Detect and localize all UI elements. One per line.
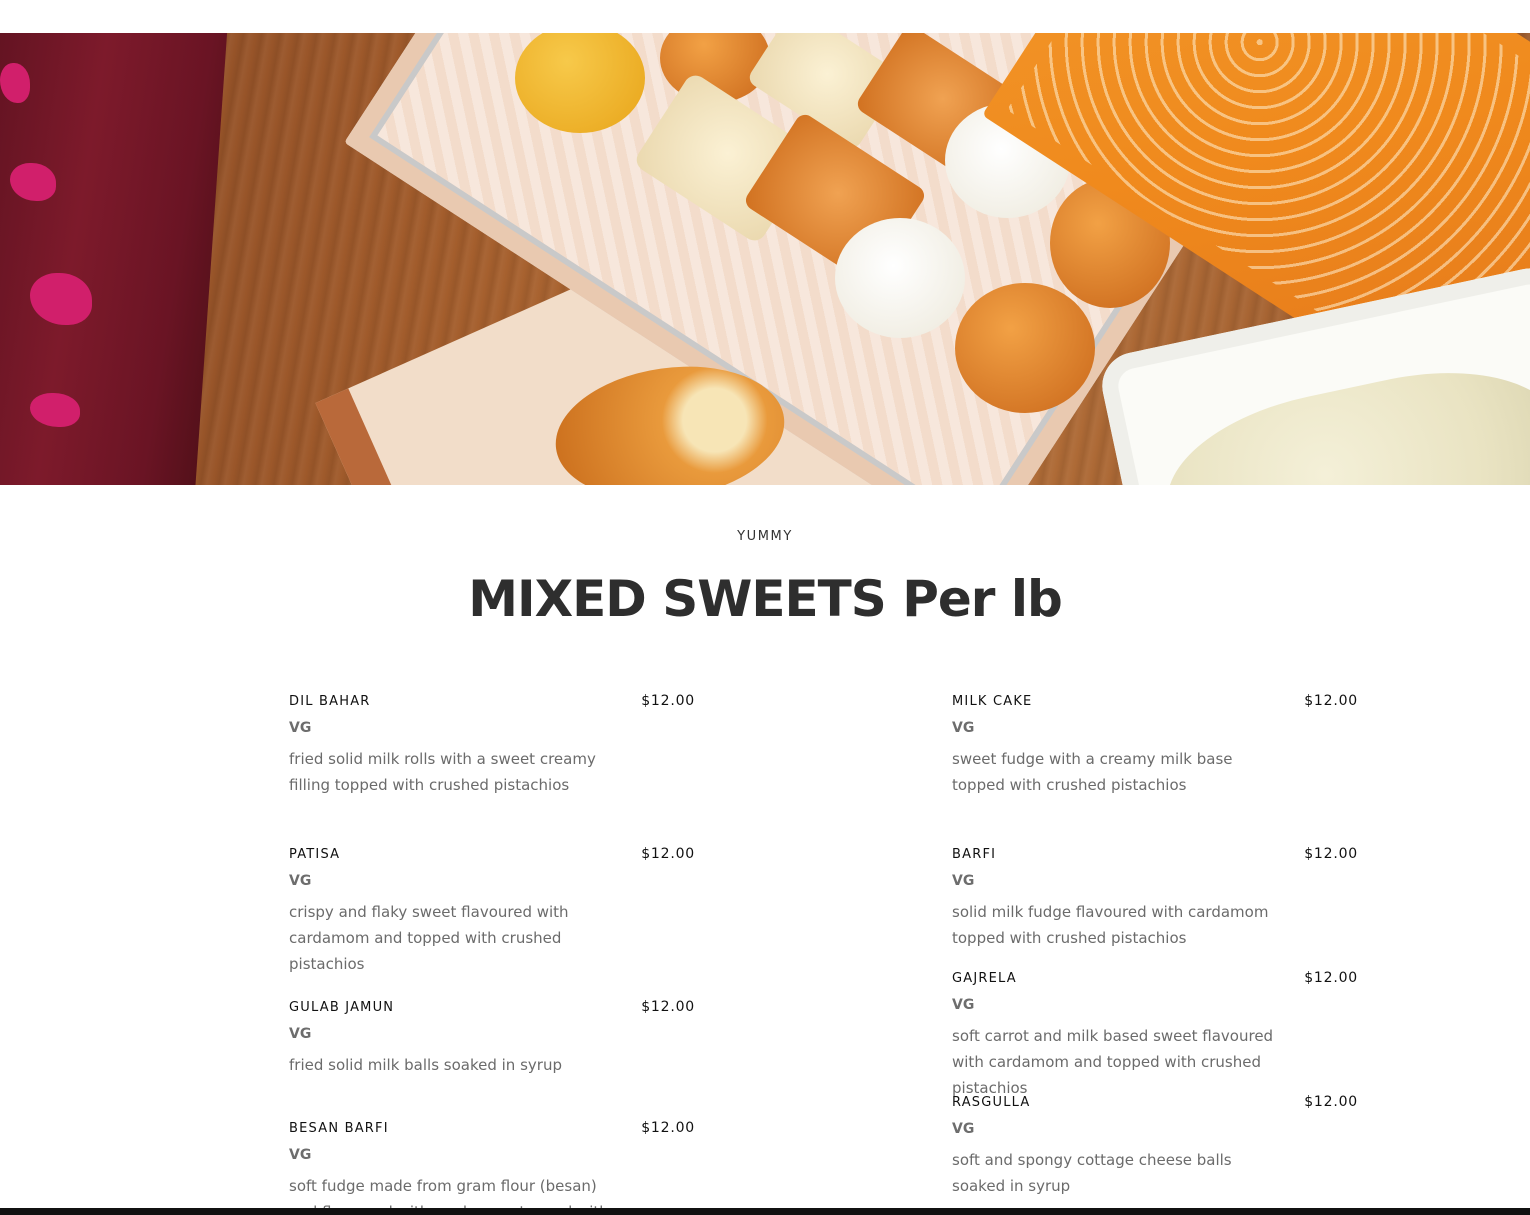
item-price: $12.00 xyxy=(1304,846,1358,862)
item-price: $12.00 xyxy=(641,846,695,862)
item-description: soft carrot and milk based sweet flavour… xyxy=(952,1027,1274,1097)
top-bar xyxy=(0,0,1530,33)
sweet-rasgulla xyxy=(835,218,965,338)
item-description: sweet fudge with a creamy milk base topp… xyxy=(952,750,1233,794)
item-name: BARFI xyxy=(952,847,997,862)
item-name: RASGULLA xyxy=(952,1095,1031,1110)
sweet-gulab-jamun xyxy=(955,283,1095,413)
item-price: $12.00 xyxy=(641,693,695,709)
item-price: $12.00 xyxy=(1304,970,1358,986)
vegetarian-tag: VG xyxy=(289,1147,312,1163)
vegetarian-tag: VG xyxy=(952,873,975,889)
vegetarian-tag: VG xyxy=(952,1121,975,1137)
item-description: fried solid milk rolls with a sweet crea… xyxy=(289,750,596,794)
item-price: $12.00 xyxy=(1304,693,1358,709)
item-name: GAJRELA xyxy=(952,971,1017,986)
hero-image xyxy=(0,33,1530,485)
item-description: crispy and flaky sweet flavoured with ca… xyxy=(289,903,569,973)
item-name: GULAB JAMUN xyxy=(289,1000,395,1015)
section-eyebrow: YUMMY xyxy=(737,529,793,544)
item-price: $12.00 xyxy=(641,999,695,1015)
vegetarian-tag: VG xyxy=(289,1026,312,1042)
page: YUMMY MIXED SWEETS Per lb DIL BAHAR $12.… xyxy=(0,0,1530,1215)
item-name: PATISA xyxy=(289,847,341,862)
item-description: soft and spongy cottage cheese balls soa… xyxy=(952,1151,1232,1195)
bottom-edge xyxy=(0,1208,1530,1215)
item-name: DIL BAHAR xyxy=(289,694,371,709)
vegetarian-tag: VG xyxy=(289,720,312,736)
item-description: fried solid milk balls soaked in syrup xyxy=(289,1056,562,1074)
vegetarian-tag: VG xyxy=(952,997,975,1013)
section-title: MIXED SWEETS Per lb xyxy=(468,570,1063,628)
item-price: $12.00 xyxy=(1304,1094,1358,1110)
item-name: BESAN BARFI xyxy=(289,1121,389,1136)
item-description: solid milk fudge flavoured with cardamom… xyxy=(952,903,1269,947)
rasmalai xyxy=(1151,346,1530,485)
vegetarian-tag: VG xyxy=(289,873,312,889)
item-price: $12.00 xyxy=(641,1120,695,1136)
vegetarian-tag: VG xyxy=(952,720,975,736)
item-name: MILK CAKE xyxy=(952,694,1033,709)
